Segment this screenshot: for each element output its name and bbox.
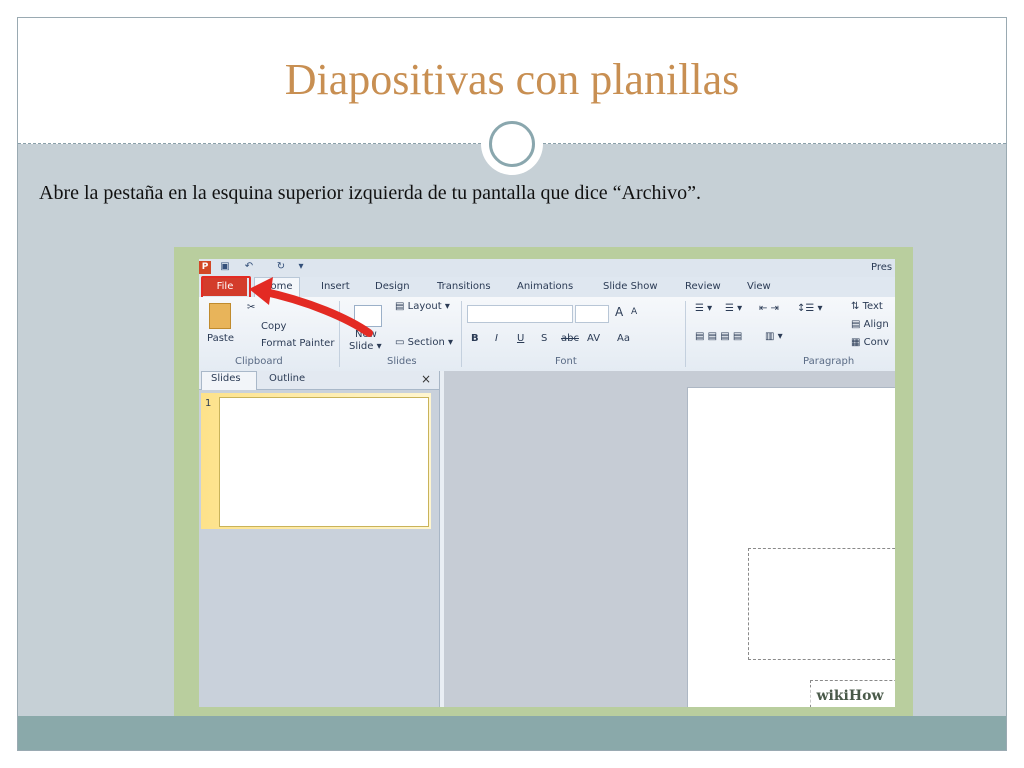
slide-body-text: Abre la pestaña en la esquina superior i… <box>39 182 701 204</box>
red-arrow-icon <box>249 277 373 337</box>
slide: Diapositivas con planillas Abre la pesta… <box>17 17 1007 751</box>
title-divider-left <box>18 143 481 144</box>
title-ornament-ring <box>489 121 535 167</box>
bottom-band <box>18 716 1006 750</box>
powerpoint-window: P ▣ ↶ ↻ ▾ Pres File Home Insert Design T… <box>199 259 895 707</box>
title-divider-right <box>543 143 1006 144</box>
slide-title: Diapositivas con planillas <box>284 55 740 104</box>
powerpoint-screenshot: P ▣ ↶ ↻ ▾ Pres File Home Insert Design T… <box>174 247 913 719</box>
